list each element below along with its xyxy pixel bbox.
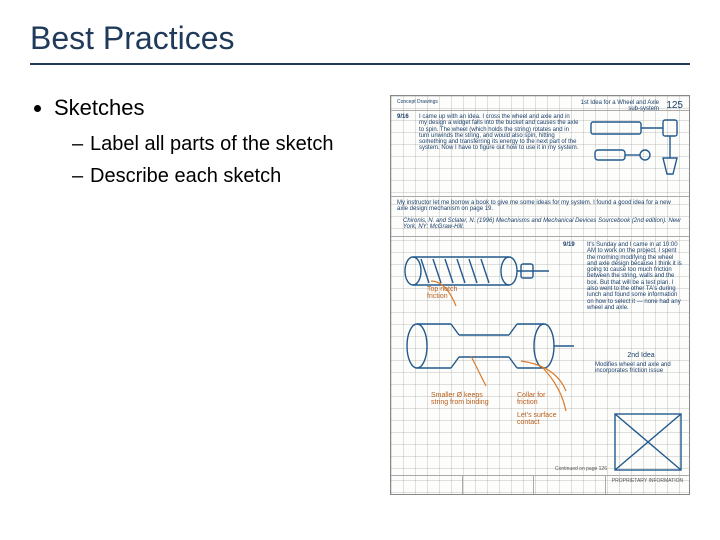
- sub-bullet-list: Label all parts of the sketch Describe e…: [54, 131, 370, 189]
- bullet-l1: Sketches Label all parts of the sketch D…: [54, 95, 370, 189]
- anno-smaller: Smaller Ø keeps string from binding: [431, 392, 491, 407]
- divider: [391, 110, 689, 111]
- bullet-l2b: Describe each sketch: [72, 163, 370, 189]
- footer-proprietary: PROPRIETARY INFORMATION: [606, 476, 689, 494]
- idea2-label: 2nd Idea: [601, 352, 681, 359]
- footer-cell: [534, 476, 606, 494]
- slide: Best Practices Sketches Label all parts …: [0, 0, 720, 540]
- footer-cell: [391, 476, 463, 494]
- note-2: My instructor let me borrow a book to gi…: [397, 200, 681, 213]
- divider: [391, 236, 689, 237]
- footer-continued: Continued on page 126: [555, 467, 607, 472]
- citation: Chironis, N. and Sclater, N. (1996) Mech…: [403, 218, 681, 231]
- bullet-list: Sketches Label all parts of the sketch D…: [30, 95, 370, 189]
- image-column: 125 Concept Drawings 1st Idea for a Whee…: [370, 95, 690, 495]
- slide-title: Best Practices: [30, 20, 690, 65]
- bullet-l1-text: Sketches: [54, 95, 145, 120]
- anno-top: Top notch friction: [427, 286, 477, 301]
- crossout-icon: [613, 412, 683, 472]
- footer-cell: [463, 476, 535, 494]
- anno-collar: Collar for friction: [517, 392, 567, 407]
- sketch-1: [585, 112, 685, 192]
- idea2-text: Modifies wheel and axle and incorporates…: [595, 362, 685, 375]
- header-left: Concept Drawings: [397, 100, 438, 105]
- divider: [391, 196, 689, 197]
- notebook-page: 125 Concept Drawings 1st Idea for a Whee…: [390, 95, 690, 495]
- note-1: I came up with an idea. I cross the whee…: [419, 114, 579, 152]
- notebook-footer: PROPRIETARY INFORMATION: [391, 475, 689, 494]
- anno-surface: Let's surface contact: [517, 412, 569, 427]
- text-column: Sketches Label all parts of the sketch D…: [30, 95, 370, 199]
- date-1: 9/16: [397, 114, 409, 120]
- bullet-l2a: Label all parts of the sketch: [72, 131, 370, 157]
- content-row: Sketches Label all parts of the sketch D…: [30, 95, 690, 495]
